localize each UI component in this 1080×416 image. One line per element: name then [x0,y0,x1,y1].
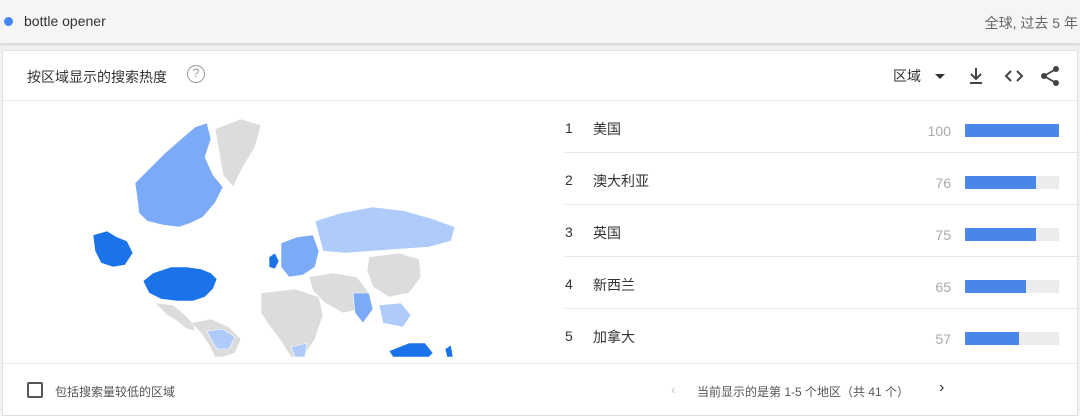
value-bar [965,332,1059,345]
embed-icon[interactable] [1003,65,1025,87]
map-region-new-zealand[interactable] [444,344,454,357]
map-region-uk[interactable] [268,252,280,270]
low-volume-checkbox[interactable] [27,382,43,398]
map-region-alaska[interactable] [92,230,134,268]
region-select[interactable]: 区域 [893,66,945,86]
map-region-greenland[interactable] [214,118,262,188]
map-region-europe[interactable] [280,234,320,278]
search-term-bar: bottle opener 全球, 过去 5 年 [0,0,1080,44]
region-interest-card: 按区域显示的搜索热度 ? 区域 1 美国 100 2 澳大利亚 76 3 英国 … [2,50,1079,416]
list-item[interactable]: 4 新西兰 65 [565,257,1079,309]
list-item[interactable]: 5 加拿大 57 [565,309,1079,361]
chevron-left-icon[interactable]: ‹ [671,381,676,397]
list-item[interactable]: 1 美国 100 [565,101,1079,153]
help-icon[interactable]: ? [187,65,205,83]
world-map[interactable] [83,117,483,357]
list-item[interactable]: 3 英国 75 [565,205,1079,257]
card-header: 按区域显示的搜索热度 ? 区域 [3,51,1077,101]
value-bar [965,280,1059,293]
region-list: 1 美国 100 2 澳大利亚 76 3 英国 75 4 新西兰 65 5 加拿… [565,101,1079,361]
pagination-info: 当前显示的是第 1-5 个地区（共 41 个） [697,385,910,399]
value-bar-fill [965,332,1019,345]
card-title: 按区域显示的搜索热度 [27,69,167,85]
rank: 5 [565,328,573,344]
chevron-right-icon[interactable]: › [939,379,944,397]
map-region-china[interactable] [366,252,422,298]
region-name[interactable]: 澳大利亚 [593,171,649,191]
rank: 2 [565,172,573,188]
share-icon[interactable] [1039,65,1061,87]
series-color-dot [4,17,13,26]
scope-label[interactable]: 全球, 过去 5 年 [985,13,1078,33]
region-value: 100 [927,123,951,139]
region-name[interactable]: 加拿大 [593,327,635,347]
rank: 3 [565,224,573,240]
rank: 1 [565,120,573,136]
region-name[interactable]: 英国 [593,223,621,243]
value-bar [965,176,1059,189]
region-value: 76 [935,175,951,191]
card-footer: 包括搜索量较低的区域 ‹ 当前显示的是第 1-5 个地区（共 41 个） › [3,363,1077,415]
region-name[interactable]: 美国 [593,119,621,139]
value-bar-fill [965,280,1027,293]
low-volume-checkbox-label[interactable]: 包括搜索量较低的区域 [55,383,175,400]
region-select-label: 区域 [893,68,921,84]
value-bar [965,228,1059,241]
list-item[interactable]: 2 澳大利亚 76 [565,153,1079,205]
map-region-russia[interactable] [314,206,456,254]
map-region-australia[interactable] [388,342,434,357]
search-term: bottle opener [24,13,106,29]
chevron-down-icon [935,73,945,79]
download-icon[interactable] [965,65,987,87]
rank: 4 [565,276,573,292]
value-bar-fill [965,228,1036,241]
region-value: 75 [935,227,951,243]
value-bar-fill [965,176,1037,189]
map-region-usa[interactable] [142,266,218,302]
region-value: 65 [935,279,951,295]
region-value: 57 [935,331,951,347]
region-name[interactable]: 新西兰 [593,275,635,295]
map-region-se-asia[interactable] [378,302,412,328]
map-region-india[interactable] [352,292,374,324]
value-bar-fill [965,124,1059,137]
map-region-mexico[interactable] [154,302,196,332]
value-bar [965,124,1059,137]
map-region-canada[interactable] [134,122,224,228]
